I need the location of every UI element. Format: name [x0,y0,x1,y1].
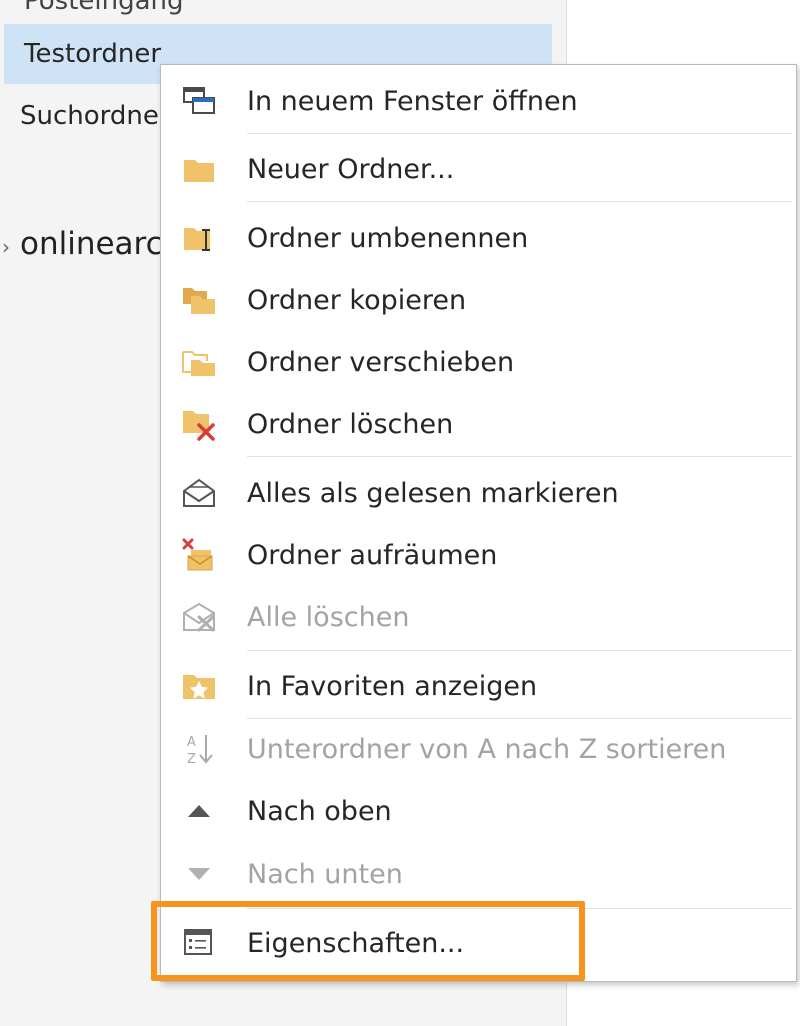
menu-item-label: Ordner verschieben [247,346,515,378]
menu-item-delete-all[interactable]: Alle löschen [161,589,796,645]
highlight-frame [151,901,585,981]
move-folder-icon [161,334,237,390]
sort-a-z-icon: A Z [161,721,237,777]
menu-separator [247,718,792,719]
menu-item-label: Nach unten [247,858,403,890]
svg-text:Z: Z [187,752,196,767]
folder-item-suchordner[interactable]: Suchordner [0,86,170,146]
copy-folder-icon [161,272,237,328]
menu-item-move-up[interactable]: Nach oben [161,783,796,839]
menu-item-rename-folder[interactable]: Ordner umbenennen [161,210,796,266]
svg-text:A: A [187,735,196,750]
menu-separator [247,456,792,457]
delete-folder-icon [161,396,237,452]
chevron-right-icon[interactable]: › [0,217,20,277]
move-up-icon [161,783,237,839]
menu-item-label: Neuer Ordner... [247,153,455,185]
menu-item-label: Ordner aufräumen [247,539,498,571]
menu-item-show-in-favorites[interactable]: In Favoriten anzeigen [161,658,796,714]
move-down-icon [161,846,237,902]
menu-item-label: Unterordner von A nach Z sortieren [247,733,727,765]
clean-up-folder-icon [161,527,237,583]
open-new-window-icon [161,73,237,129]
folder-label: Testordner [24,39,162,69]
menu-item-delete-folder[interactable]: Ordner löschen [161,396,796,452]
mark-all-read-icon [161,465,237,521]
menu-item-copy-folder[interactable]: Ordner kopieren [161,272,796,328]
favorites-icon [161,658,237,714]
context-menu: In neuem Fenster öffnen Neuer Ordner... … [160,64,797,982]
menu-item-label: Alles als gelesen markieren [247,477,619,509]
menu-item-label: In neuem Fenster öffnen [247,85,578,117]
menu-item-sort-a-z[interactable]: A Z Unterordner von A nach Z sortieren [161,721,796,777]
menu-item-mark-all-read[interactable]: Alles als gelesen markieren [161,465,796,521]
menu-item-open-new-window[interactable]: In neuem Fenster öffnen [161,73,796,129]
menu-separator [247,650,792,651]
rename-folder-icon [161,210,237,266]
menu-item-label: Nach oben [247,795,392,827]
menu-item-clean-up-folder[interactable]: Ordner aufräumen [161,527,796,583]
menu-item-new-folder[interactable]: Neuer Ordner... [161,141,796,197]
menu-item-label: Ordner löschen [247,408,454,440]
menu-item-label: In Favoriten anzeigen [247,670,538,702]
menu-item-move-down[interactable]: Nach unten [161,846,796,902]
menu-item-label: Alle löschen [247,601,410,633]
menu-separator [247,201,792,202]
menu-item-label: Ordner kopieren [247,284,467,316]
menu-separator [247,133,792,134]
folder-label: Suchordner [20,101,170,131]
menu-item-move-folder[interactable]: Ordner verschieben [161,334,796,390]
folder-partial-top[interactable]: Posteingang [24,0,184,16]
menu-item-label: Ordner umbenennen [247,222,529,254]
delete-all-icon [161,589,237,645]
new-folder-icon [161,141,237,197]
